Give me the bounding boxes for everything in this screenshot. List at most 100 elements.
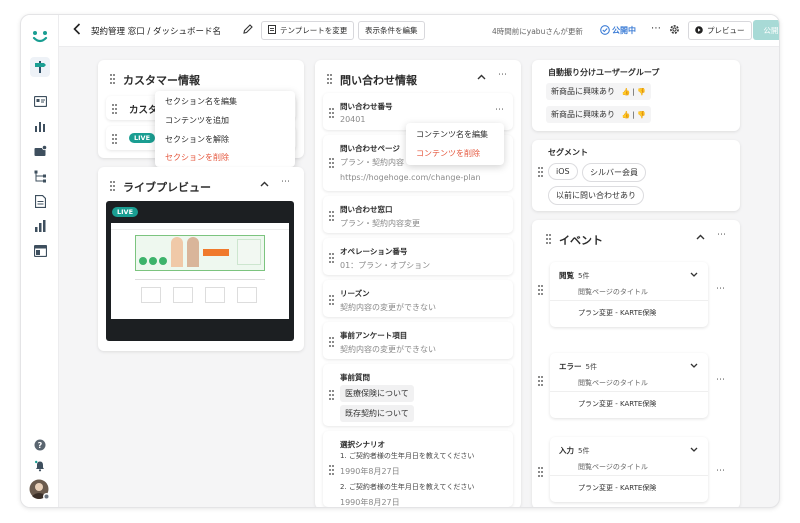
event-card-error: エラー 5件 閲覧ページのタイトル プラン変更 - KARTE保険	[550, 353, 708, 418]
svg-text:?: ?	[38, 441, 43, 450]
divider	[550, 475, 708, 476]
gear-icon[interactable]	[669, 24, 680, 38]
edit-conditions-button[interactable]: 表示条件を編集	[358, 21, 425, 40]
chevron-down-icon[interactable]	[690, 361, 698, 370]
event-sub: 閲覧ページのタイトル	[578, 288, 648, 296]
drag-handle-icon[interactable]	[538, 376, 544, 386]
bell-icon[interactable]	[30, 456, 50, 476]
more-icon[interactable]: ⋯	[651, 23, 661, 34]
arrow-left-icon[interactable]	[73, 23, 81, 38]
event-name-label: エラー	[559, 362, 582, 371]
drag-handle-icon[interactable]	[329, 253, 335, 263]
segment-pill: iOS	[548, 163, 578, 180]
event-count: 5件	[585, 363, 597, 371]
help-icon[interactable]: ?	[30, 435, 50, 455]
user-group-chip[interactable]: 新商品に興味あり 👍 | 👎	[546, 106, 651, 123]
drag-handle-icon[interactable]	[538, 285, 544, 295]
preview-dot	[159, 257, 167, 265]
more-icon[interactable]: ⋯	[495, 105, 504, 115]
drag-handle-icon[interactable]	[112, 134, 118, 144]
live-preview-title: ライブプレビュー	[123, 181, 211, 194]
change-template-button[interactable]: テンプレートを変更	[261, 21, 355, 40]
menu-item-add-content[interactable]: コンテンツを追加	[165, 115, 229, 126]
drag-handle-icon[interactable]	[329, 465, 335, 475]
field-value: 契約内容の変更ができない	[340, 345, 436, 354]
drag-handle-icon[interactable]	[329, 295, 335, 305]
drag-handle-icon[interactable]	[329, 337, 335, 347]
field-url[interactable]: https://hogehoge.com/change-plan	[340, 173, 481, 182]
preview-tile	[173, 287, 193, 303]
inquiry-title: 問い合わせ情報	[340, 74, 417, 87]
more-icon[interactable]: ⋯	[281, 177, 290, 187]
layout-icon[interactable]	[30, 241, 50, 261]
more-icon[interactable]: ⋯	[716, 375, 725, 385]
field-label: 問い合わせページ	[340, 144, 400, 153]
document-icon[interactable]	[30, 191, 50, 211]
publish-button[interactable]: 公開	[753, 20, 779, 40]
scenario-answer: 1990年8月27日	[340, 498, 400, 507]
user-group-title: 自動振り分けユーザーグループ	[548, 68, 660, 77]
avatar[interactable]	[29, 479, 51, 501]
thumbs-icon[interactable]: 👍 | 👎	[622, 111, 646, 119]
preview-tile	[237, 287, 257, 303]
chevron-down-icon[interactable]	[690, 445, 698, 454]
drag-handle-icon[interactable]	[329, 108, 335, 118]
drag-handle-icon[interactable]	[329, 390, 335, 400]
drag-handle-icon[interactable]	[327, 74, 333, 84]
field-label: 事前質問	[340, 373, 370, 382]
more-icon[interactable]: ⋯	[717, 230, 726, 240]
field-pre-question: 事前質問 医療保険について 既存契約について	[323, 364, 513, 426]
event-plan: プラン変更 - KARTE保険	[578, 309, 657, 317]
event-count: 5件	[578, 272, 590, 280]
live-preview-section: ライブプレビュー ⋯ LIVE	[98, 167, 304, 351]
drag-handle-icon[interactable]	[329, 211, 335, 221]
event-title: イベント	[559, 234, 603, 247]
drag-handle-icon[interactable]	[538, 167, 544, 177]
field-operation-number: オペレーション番号 01：プラン・オプション	[323, 238, 513, 275]
user-group-chip[interactable]: 新商品に興味あり 👍 | 👎	[546, 83, 651, 100]
drag-handle-icon[interactable]	[538, 467, 544, 477]
signpost-icon[interactable]	[30, 57, 50, 77]
menu-item-delete-section[interactable]: セクションを削除	[165, 152, 229, 163]
live-badge: LIVE	[129, 133, 156, 143]
karte-logo-icon[interactable]	[30, 27, 50, 47]
chart-icon[interactable]	[30, 216, 50, 236]
preview-label: プレビュー	[707, 26, 745, 35]
segment-section: セグメント iOS シルバー会員 以前に問い合わせあり	[532, 140, 740, 211]
id-card-icon[interactable]	[30, 91, 50, 111]
chevron-down-icon[interactable]	[690, 270, 698, 279]
content-context-menu: コンテンツ名を編集 コンテンツを削除	[406, 123, 504, 165]
inbox-icon[interactable]	[30, 141, 50, 161]
pencil-icon[interactable]	[243, 24, 253, 37]
drag-handle-icon[interactable]	[546, 234, 552, 244]
event-name: 閲覧 5件	[559, 270, 589, 281]
menu-item-unlink-section[interactable]: セクションを解除	[165, 134, 229, 145]
field-value: 20401	[340, 115, 366, 124]
drag-handle-icon[interactable]	[112, 104, 118, 114]
event-name-label: 入力	[559, 446, 574, 455]
bar-chart-icon[interactable]	[30, 116, 50, 136]
drag-handle-icon[interactable]	[110, 74, 116, 84]
check-circle-icon	[600, 25, 610, 38]
field-inquiry-window: 問い合わせ窓口 プラン・契約内容変更	[323, 196, 513, 233]
field-value: プラン・契約内容変更	[340, 219, 420, 228]
more-icon[interactable]: ⋯	[716, 466, 725, 476]
preview-button[interactable]: プレビュー	[688, 21, 752, 40]
customer-row-title: カスタ	[129, 105, 158, 116]
chevron-up-icon[interactable]	[696, 233, 705, 242]
question-chip: 既存契約について	[340, 405, 414, 422]
menu-item-delete-content[interactable]: コンテンツを削除	[416, 148, 480, 159]
drag-handle-icon[interactable]	[110, 181, 116, 191]
menu-item-edit-section-name[interactable]: セクション名を編集	[165, 96, 237, 107]
menu-item-edit-content-name[interactable]: コンテンツ名を編集	[416, 129, 488, 140]
more-icon[interactable]: ⋯	[716, 284, 725, 294]
flow-icon[interactable]	[30, 166, 50, 186]
thumbs-icon[interactable]: 👍 | 👎	[622, 88, 646, 96]
live-badge: LIVE	[112, 207, 139, 217]
chevron-up-icon[interactable]	[477, 73, 486, 82]
drag-handle-icon[interactable]	[329, 158, 335, 168]
chevron-up-icon[interactable]	[260, 180, 269, 189]
template-icon	[268, 25, 276, 36]
more-icon[interactable]: ⋯	[498, 70, 507, 80]
preview-divider	[135, 279, 265, 280]
